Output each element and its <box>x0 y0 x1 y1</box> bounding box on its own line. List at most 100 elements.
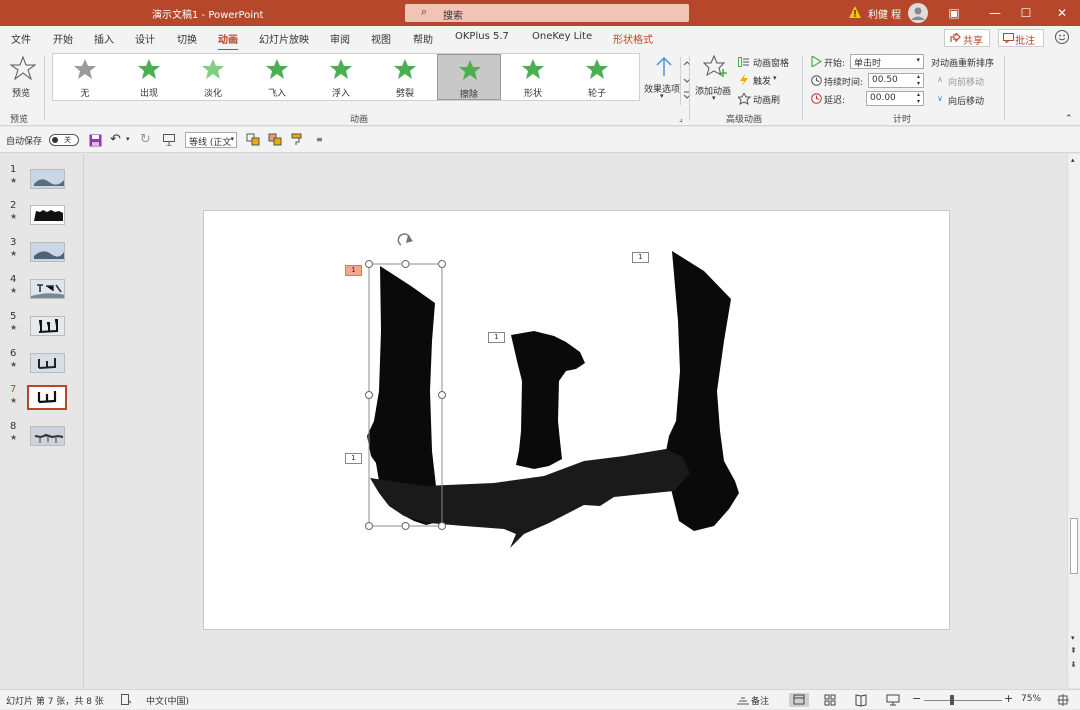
reading-view-button[interactable] <box>851 693 871 707</box>
preview-button[interactable]: 预览 <box>8 56 38 104</box>
slide-thumbnail-active[interactable] <box>27 385 67 410</box>
tab-onekey[interactable]: OneKey Lite <box>532 31 592 42</box>
vertical-scrollbar[interactable]: ▴ ▾ ⇞ ⇟ <box>1067 154 1080 688</box>
minimize-button[interactable]: — <box>985 3 1005 23</box>
slideshow-button[interactable] <box>883 693 903 707</box>
scroll-thumb[interactable] <box>1070 518 1078 574</box>
resize-handle[interactable] <box>365 522 373 530</box>
slide-thumbnail[interactable] <box>30 242 65 262</box>
animation-painter-button[interactable]: 动画刷 <box>738 92 788 106</box>
slide-thumbnail[interactable] <box>30 426 65 446</box>
start-select[interactable]: 单击时 ▾ <box>850 54 924 69</box>
animation-gallery[interactable]: 无 出现 淡化 飞入 浮入 劈裂 擦除 形状 轮子 <box>52 53 691 105</box>
spinner-icon[interactable]: ▴ ▾ <box>917 91 920 105</box>
slide-thumbnail[interactable] <box>30 169 65 189</box>
anim-fade[interactable]: 淡化 <box>181 54 245 100</box>
accessibility-icon[interactable] <box>121 694 132 705</box>
tab-okplus[interactable]: OKPlus 5.7 <box>455 31 509 42</box>
move-later-button[interactable]: 向后移动 <box>948 94 984 107</box>
arrange-icon[interactable] <box>246 133 260 146</box>
normal-view-button[interactable] <box>789 693 809 707</box>
user-name[interactable]: 利健 程 <box>868 6 901 21</box>
slide-sorter-button[interactable] <box>820 693 840 707</box>
zoom-out-icon[interactable]: − <box>912 692 921 705</box>
zoom-slider-thumb[interactable] <box>950 695 954 705</box>
tab-help[interactable]: 帮助 <box>413 31 433 46</box>
animation-tag[interactable]: 1 <box>632 252 649 263</box>
warning-icon[interactable] <box>849 6 861 18</box>
share-button[interactable]: 共享 <box>944 29 990 47</box>
tab-shape-format[interactable]: 形状格式 <box>613 31 653 46</box>
notes-button[interactable]: 备注 <box>751 694 769 707</box>
add-animation-button[interactable]: 添加动画 ▾ <box>695 54 735 106</box>
autosave-toggle[interactable]: 关 <box>49 134 79 146</box>
anim-shape[interactable]: 形状 <box>501 54 565 100</box>
ribbon-display-button[interactable]: ▣ <box>944 3 964 23</box>
resize-handle[interactable] <box>365 391 373 399</box>
calligraphy-shan[interactable] <box>204 211 951 631</box>
avatar[interactable] <box>908 3 928 23</box>
trigger-button[interactable]: 触发 ▾ <box>738 73 788 87</box>
anim-wheel[interactable]: 轮子 <box>565 54 629 100</box>
slide-thumbnail[interactable] <box>30 353 65 373</box>
move-earlier-button[interactable]: 向前移动 <box>948 75 984 88</box>
slide-thumbnail[interactable] <box>30 205 65 225</box>
language-status[interactable]: 中文(中国) <box>146 694 189 707</box>
animation-tag[interactable]: 1 <box>345 453 362 464</box>
dialog-launcher-icon[interactable]: ⌟ <box>679 114 683 123</box>
delay-input[interactable]: 00.00 ▴ ▾ <box>866 91 924 106</box>
anim-fly-in[interactable]: 飞入 <box>245 54 309 100</box>
chevron-down-icon[interactable]: ▾ <box>126 135 130 143</box>
save-icon[interactable] <box>89 134 102 147</box>
tab-animations[interactable]: 动画 <box>218 31 238 51</box>
maximize-button[interactable]: ☐ <box>1016 3 1036 23</box>
fit-to-window-icon[interactable] <box>1057 694 1069 706</box>
anim-split[interactable]: 劈裂 <box>373 54 437 100</box>
duration-input[interactable]: 00.50 ▴ ▾ <box>868 73 924 88</box>
next-slide-icon[interactable]: ⇟ <box>1070 660 1077 669</box>
format-painter-icon[interactable] <box>291 133 305 146</box>
feedback-smiley-icon[interactable] <box>1055 30 1069 44</box>
present-icon[interactable] <box>163 134 175 146</box>
redo-icon[interactable]: ↻ <box>140 132 151 147</box>
undo-icon[interactable]: ↶ <box>110 132 121 147</box>
tab-transitions[interactable]: 切换 <box>177 31 197 46</box>
notes-icon[interactable] <box>737 694 749 705</box>
close-button[interactable]: ✕ <box>1052 3 1072 23</box>
slide-canvas[interactable]: 1 1 1 1 <box>203 210 950 630</box>
collapse-ribbon-icon[interactable]: ⌃ <box>1065 114 1073 124</box>
prev-slide-icon[interactable]: ⇞ <box>1070 646 1077 655</box>
anim-float-in[interactable]: 浮入 <box>309 54 373 100</box>
spinner-icon[interactable]: ▴ ▾ <box>917 73 920 87</box>
comments-button[interactable]: 批注 <box>998 29 1044 47</box>
slide-thumbnail[interactable] <box>30 279 65 299</box>
rotate-handle-icon[interactable] <box>397 233 413 246</box>
tab-home[interactable]: 开始 <box>53 31 73 46</box>
zoom-in-icon[interactable]: + <box>1004 692 1013 705</box>
customize-qat-icon[interactable]: ≡ <box>316 135 323 144</box>
animation-tag-selected[interactable]: 1 <box>345 265 362 276</box>
search-box[interactable]: ⌕ 搜索 <box>405 4 689 22</box>
resize-handle[interactable] <box>438 522 446 530</box>
resize-handle[interactable] <box>365 260 373 268</box>
tab-view[interactable]: 视图 <box>371 31 391 46</box>
animation-tag[interactable]: 1 <box>488 332 505 343</box>
scroll-down-icon[interactable]: ▾ <box>1071 634 1075 642</box>
resize-handle[interactable] <box>438 391 446 399</box>
font-select[interactable]: 等线 (正文 ▾ <box>185 132 237 148</box>
tab-design[interactable]: 设计 <box>135 31 155 46</box>
tab-file[interactable]: 文件 <box>11 31 31 46</box>
tab-review[interactable]: 审阅 <box>330 31 350 46</box>
anim-wipe[interactable]: 擦除 <box>437 54 501 100</box>
resize-handle[interactable] <box>401 260 410 268</box>
slide-thumbnail[interactable] <box>30 316 65 336</box>
zoom-level[interactable]: 75% <box>1021 694 1041 704</box>
resize-handle[interactable] <box>401 522 410 530</box>
anim-appear[interactable]: 出现 <box>117 54 181 100</box>
animation-pane-button[interactable]: 动画窗格 <box>738 55 798 69</box>
scroll-up-icon[interactable]: ▴ <box>1071 156 1075 164</box>
zoom-slider[interactable] <box>924 700 1002 701</box>
tab-slideshow[interactable]: 幻灯片放映 <box>259 31 309 46</box>
tab-insert[interactable]: 插入 <box>94 31 114 46</box>
group-objects-icon[interactable] <box>268 133 282 146</box>
